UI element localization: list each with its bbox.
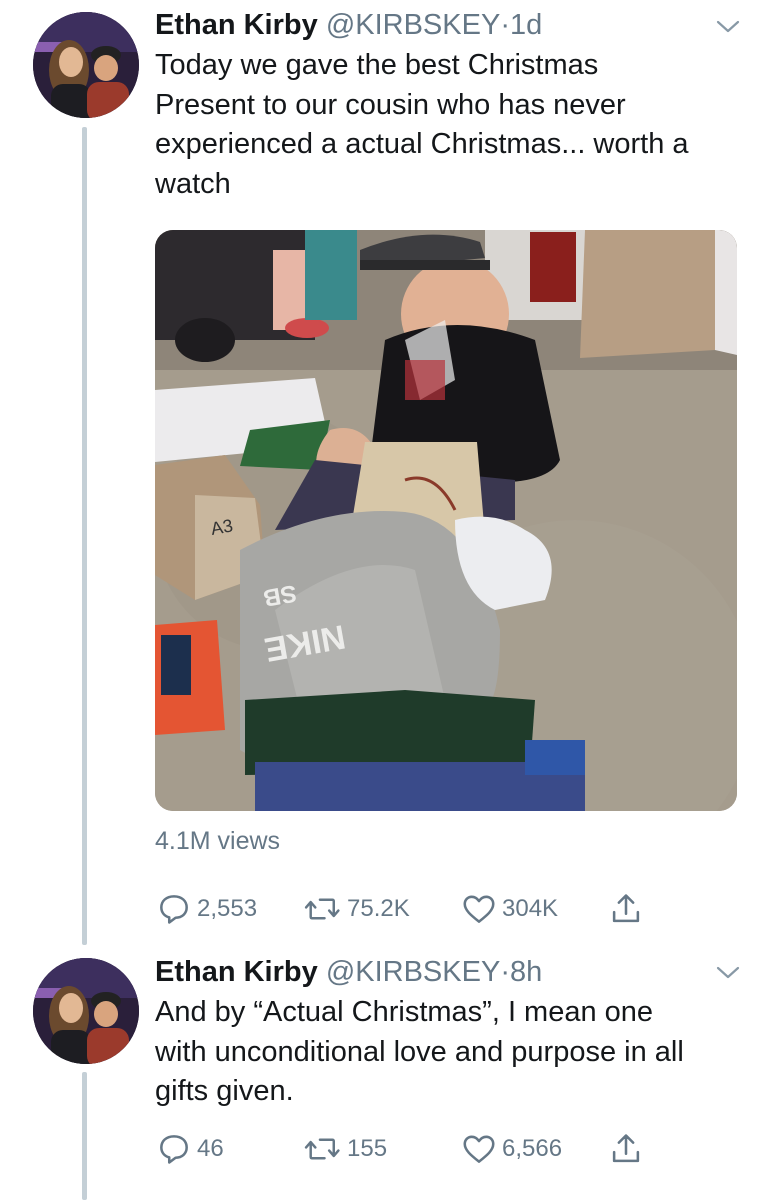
separator-dot: ·	[500, 956, 510, 988]
share-button[interactable]	[607, 889, 645, 929]
tweet-text-line: Present to our cousin who has never	[155, 88, 626, 121]
like-button[interactable]: 304K	[460, 889, 558, 929]
reply-icon	[155, 890, 193, 928]
avatar[interactable]	[33, 958, 139, 1064]
retweet-count: 155	[347, 1135, 388, 1162]
tweet-text: And by “Actual Christmas”, I mean one wi…	[155, 993, 755, 1112]
reply-count: 2,553	[197, 895, 258, 922]
tweet-text-line: watch	[155, 167, 231, 200]
like-count: 6,566	[502, 1135, 563, 1162]
retweet-button[interactable]: 75.2K	[303, 889, 410, 929]
reply-count: 46	[197, 1135, 224, 1162]
author-name[interactable]: Ethan Kirby	[155, 9, 318, 41]
like-button[interactable]: 6,566	[460, 1129, 562, 1169]
tweet-header: Ethan Kirby @KIRBSKEY·1d	[155, 8, 542, 42]
like-count: 304K	[502, 895, 559, 922]
timestamp[interactable]: 1d	[510, 9, 542, 41]
retweet-button[interactable]: 155	[303, 1129, 387, 1169]
heart-icon	[460, 1130, 498, 1168]
hoodie-text: SB	[261, 579, 299, 611]
share-icon	[607, 890, 645, 928]
retweet-icon	[303, 1130, 343, 1168]
chevron-down-icon[interactable]	[713, 17, 743, 37]
tweet-header: Ethan Kirby @KIRBSKEY·8h	[155, 955, 542, 989]
tweet-text-line: with unconditional love and purpose in a…	[155, 1035, 684, 1068]
box-label: A3	[209, 515, 234, 539]
thread-line	[82, 127, 87, 945]
retweet-count: 75.2K	[347, 895, 410, 922]
share-button[interactable]	[607, 1129, 645, 1169]
author-handle[interactable]: @KIRBSKEY	[326, 9, 501, 41]
tweet-text-line: And by “Actual Christmas”, I mean one	[155, 996, 654, 1028]
tweet-text-line: experienced a actual Christmas... worth …	[155, 128, 689, 160]
action-bar: 2,553 75.2K 304K	[155, 889, 675, 929]
reply-icon	[155, 1130, 193, 1168]
separator-dot: ·	[500, 9, 510, 41]
action-bar: 46 155 6,566	[155, 1129, 675, 1169]
chevron-down-icon[interactable]	[713, 963, 743, 983]
author-handle[interactable]: @KIRBSKEY	[326, 956, 501, 988]
thread-line	[82, 1072, 87, 1200]
retweet-icon	[303, 890, 343, 928]
avatar[interactable]	[33, 12, 139, 118]
author-name[interactable]: Ethan Kirby	[155, 956, 318, 988]
reply-button[interactable]: 2,553	[155, 889, 257, 929]
tweet-text: Today we gave the best Christmas Present…	[155, 46, 755, 204]
tweet-text-line: gifts given.	[155, 1075, 294, 1107]
heart-icon	[460, 890, 498, 928]
timestamp[interactable]: 8h	[510, 956, 542, 988]
reply-button[interactable]: 46	[155, 1129, 224, 1169]
tweet-text-line: Today we gave the best Christmas	[155, 49, 599, 81]
share-icon	[607, 1130, 645, 1168]
view-count: 4.1M views	[155, 827, 281, 855]
video-thumbnail[interactable]: A3 NIKE SB	[155, 230, 737, 811]
